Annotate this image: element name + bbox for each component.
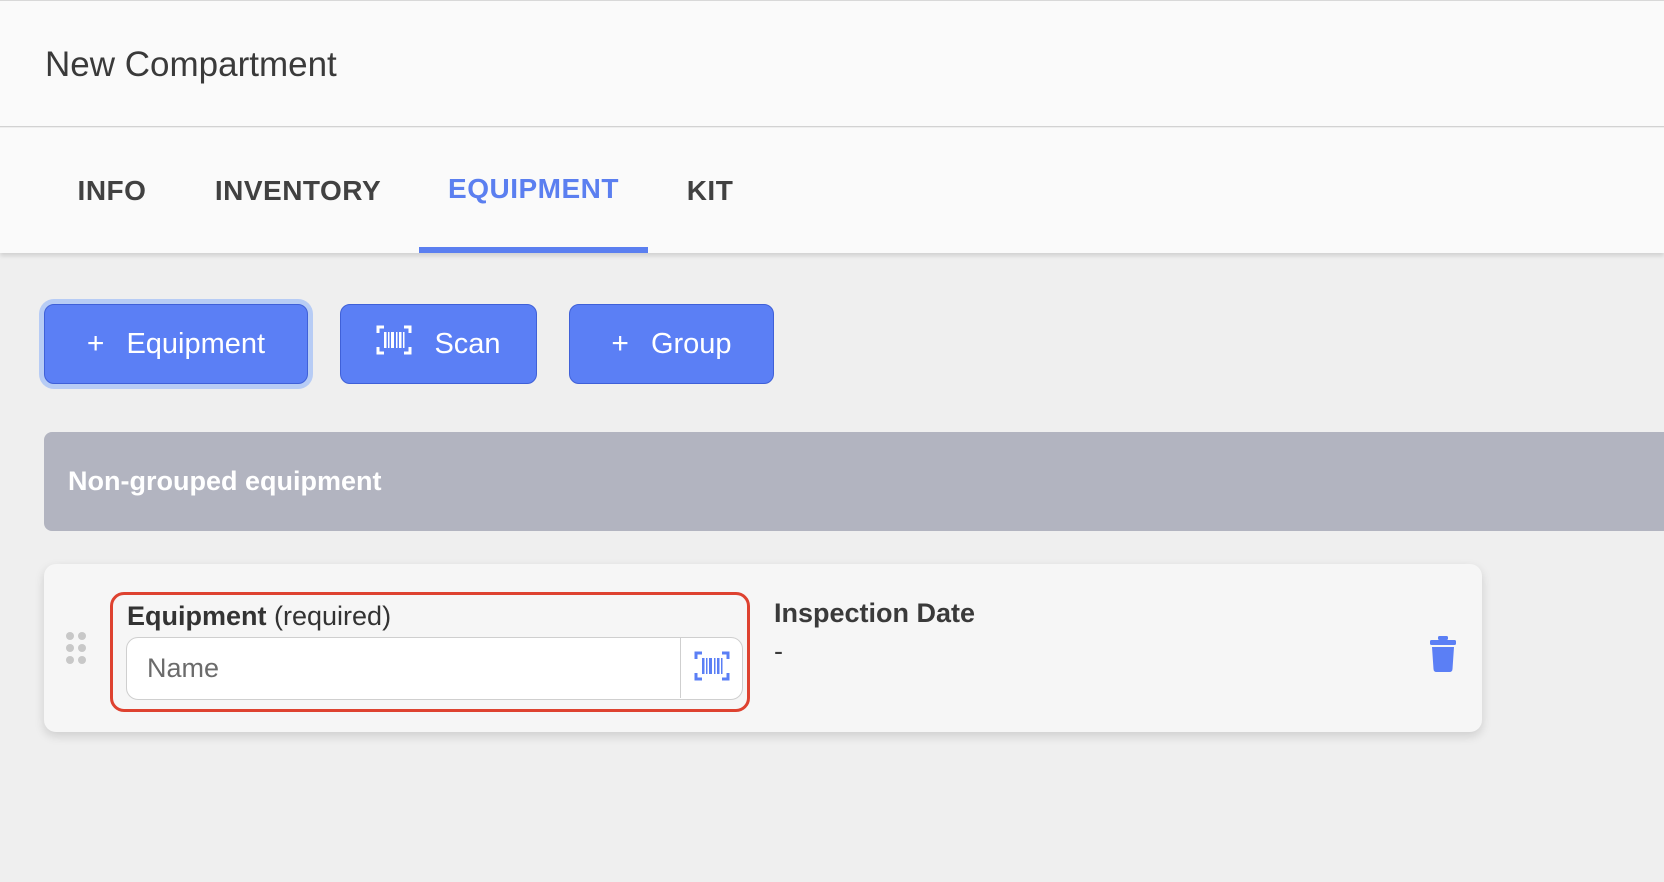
plus-icon: + [86,327,105,360]
plus-icon: + [611,327,629,360]
tab-kit[interactable]: KIT [676,128,744,253]
tab-inventory-label: INVENTORY [214,174,382,206]
tab-info-label: INFO [77,174,147,206]
add-group-button[interactable]: + Group [569,304,774,384]
barcode-icon [694,651,730,686]
equipment-field-label: Equipment (required) [127,601,391,632]
equipment-card: Equipment (required) Name Inspection Dat… [44,564,1482,732]
tab-kit-label: KIT [686,174,734,206]
scan-label: Scan [434,327,501,360]
scan-button[interactable]: Scan [340,304,537,384]
add-group-label: Group [650,327,732,360]
equipment-name-input[interactable] [127,638,679,698]
equipment-input-wrapper [126,637,743,700]
section-title: Non-grouped equipment [68,466,382,496]
page-title: New Compartment [45,45,337,84]
add-equipment-button[interactable]: + Equipment [44,304,308,384]
section-header: Non-grouped equipment [44,432,1664,531]
tab-equipment-label: EQUIPMENT [448,172,619,204]
equipment-label-required: (required) [274,601,392,631]
page-header: New Compartment [0,0,1664,127]
inspection-date-label: Inspection Date [774,598,976,628]
equipment-field-group: Equipment (required) [110,592,750,712]
scan-field-button[interactable] [680,638,742,698]
trash-icon[interactable] [1429,636,1457,672]
tab-bar: INFO INVENTORY EQUIPMENT KIT [0,128,1664,253]
barcode-icon [376,325,412,363]
tab-info[interactable]: INFO [62,128,162,253]
equipment-label-bold: Equipment [127,601,267,631]
tab-inventory[interactable]: INVENTORY [200,128,396,253]
drag-handle-icon[interactable] [66,632,86,664]
inspection-date-value: - [774,636,783,666]
tab-equipment[interactable]: EQUIPMENT [419,128,648,253]
add-equipment-label: Equipment [126,327,266,360]
